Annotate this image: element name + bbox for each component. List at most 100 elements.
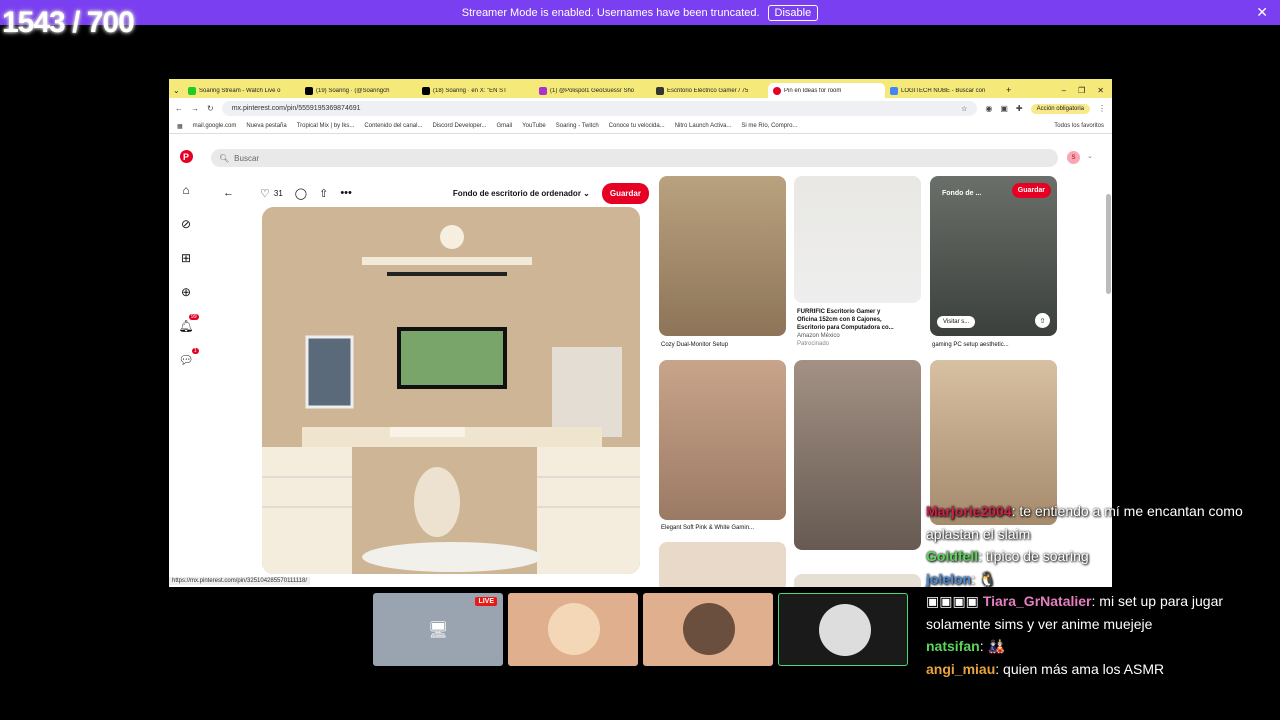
chat-message: natsifan: 🎎 bbox=[926, 635, 1280, 658]
grid-pin[interactable] bbox=[794, 360, 921, 550]
banner-text: Streamer Mode is enabled. Usernames have… bbox=[461, 6, 760, 19]
back-icon[interactable]: ← bbox=[175, 104, 183, 113]
pin-caption: gaming PC setup aesthetic... bbox=[932, 342, 1009, 348]
tab-label: (1) @Polispol1 GeoGuessr Sho bbox=[550, 87, 635, 94]
extension-icon[interactable]: ▣ bbox=[1000, 104, 1008, 113]
chat-text: : típico de soaring bbox=[978, 548, 1089, 564]
tab-label: LOGITECH NUBE - Buscar con bbox=[901, 87, 986, 94]
puzzle-icon[interactable]: ✚ bbox=[1016, 104, 1023, 113]
grid-pin-hover[interactable]: Fondo de ... Guardar Visitar s... ⇧ bbox=[930, 176, 1057, 336]
bookmark-item[interactable]: Si me Río, Compro... bbox=[741, 123, 797, 129]
bookmark-item[interactable]: Soaring - Twitch bbox=[556, 123, 599, 129]
desk-illustration bbox=[262, 207, 640, 574]
chat-user: Tiara_GrNatalier bbox=[982, 593, 1092, 609]
bookmark-item[interactable]: Nueva pestaña bbox=[246, 123, 286, 129]
pin-caption: FURRIFIC Escritorio Gamer y bbox=[797, 309, 881, 315]
participant-tile[interactable] bbox=[643, 593, 773, 666]
monitor-icon: 🖥︎ bbox=[428, 622, 449, 639]
chat-overlay: Marjorie2004: te entiendo a mí me encant… bbox=[926, 500, 1280, 680]
home-icon[interactable]: ⌂ bbox=[182, 183, 189, 197]
visit-button[interactable]: Visitar s... bbox=[937, 316, 976, 328]
bookmark-item[interactable]: mail.google.com bbox=[193, 123, 237, 129]
tab-bar: ⌄ Soaring Stream - Watch Live o (19) Soa… bbox=[169, 79, 1112, 98]
chevron-down-icon[interactable]: ⌄ bbox=[1087, 152, 1093, 160]
grid-pin[interactable] bbox=[659, 176, 786, 336]
close-icon[interactable]: ✕ bbox=[1256, 4, 1268, 21]
save-button[interactable]: Guardar bbox=[1011, 183, 1051, 198]
avatar bbox=[548, 603, 600, 655]
tab-6[interactable]: LOGITECH NUBE - Buscar con bbox=[885, 83, 1002, 98]
chat-message: angi_miau: quien más ama los ASMR bbox=[926, 658, 1280, 681]
screen-share-tile[interactable]: LIVE 🖥︎ bbox=[373, 593, 503, 666]
chat-message: jolelon: 🐧 bbox=[926, 568, 1280, 591]
bookmark-item[interactable]: Contenido del canal... bbox=[364, 123, 422, 129]
bookmark-item[interactable]: Discord Developer... bbox=[432, 123, 486, 129]
tab-label: Pin en Ideas for room bbox=[784, 87, 842, 94]
comment-icon[interactable]: ◯ bbox=[295, 187, 307, 200]
pinterest-nav: P ⌂ ⊘ ⊞ ⊕ 🔔︎ 99 💬︎ 1 bbox=[169, 134, 203, 587]
all-bookmarks[interactable]: Todos los favoritos bbox=[1054, 123, 1104, 129]
tab-favicon bbox=[188, 86, 196, 95]
apps-icon[interactable]: ▦ bbox=[177, 123, 183, 130]
tab-1[interactable]: (19) Soaring · (@Soaringch bbox=[300, 83, 417, 98]
chat-user: jolelon bbox=[926, 570, 972, 587]
tab-3[interactable]: (1) @Polispol1 GeoGuessr Sho bbox=[534, 83, 651, 98]
maximize-icon[interactable]: ❐ bbox=[1078, 86, 1085, 95]
grid-pin[interactable] bbox=[794, 574, 921, 587]
tab-favicon bbox=[422, 86, 430, 95]
tab-5-active[interactable]: Pin en Ideas for room bbox=[768, 83, 885, 98]
participant-tile-speaking[interactable] bbox=[778, 593, 908, 666]
participant-tile[interactable] bbox=[508, 593, 638, 666]
window-controls: – ❐ ✕ bbox=[1054, 86, 1112, 98]
search-input[interactable]: 🔍︎ Buscar bbox=[211, 149, 1058, 167]
tab-search-icon[interactable]: ⌄ bbox=[169, 86, 183, 95]
messages-icon[interactable]: 💬︎ 1 bbox=[178, 348, 199, 367]
action-required-button[interactable]: Acción obligatoria bbox=[1030, 103, 1090, 114]
chat-user: natsifan bbox=[926, 638, 980, 654]
bookmark-item[interactable]: Nitro Launch Activa... bbox=[675, 123, 732, 129]
share-icon[interactable]: ⇧ bbox=[319, 187, 328, 200]
boards-icon[interactable]: ⊞ bbox=[181, 251, 191, 265]
board-name[interactable]: Fondo de ... bbox=[942, 190, 981, 197]
tab-2[interactable]: (18) Soaring · en X: "EN ST bbox=[417, 83, 534, 98]
new-tab-button[interactable]: + bbox=[1002, 85, 1015, 98]
bookmark-item[interactable]: Tropical Mix | by Iks... bbox=[297, 123, 355, 129]
share-icon[interactable]: ⇧ bbox=[1035, 313, 1050, 328]
board-select[interactable]: Fondo de escritorio de ordenador ⌄ bbox=[453, 189, 590, 198]
chat-user: Goldfell bbox=[926, 548, 979, 564]
avatar[interactable]: S bbox=[1067, 151, 1080, 164]
close-window-icon[interactable]: ✕ bbox=[1097, 86, 1104, 95]
bookmarks-bar: ▦ mail.google.com Nueva pestaña Tropical… bbox=[169, 119, 1112, 134]
tab-4[interactable]: Escritorio Eléctrico Gamer / 75 bbox=[651, 83, 768, 98]
more-icon[interactable]: ••• bbox=[340, 187, 352, 199]
tab-0[interactable]: Soaring Stream - Watch Live o bbox=[183, 83, 300, 98]
pinterest-logo-icon[interactable]: P bbox=[179, 150, 193, 163]
star-icon[interactable]: ☆ bbox=[961, 105, 967, 113]
url-input[interactable]: mx.pinterest.com/pin/5559195369874691 ☆ bbox=[221, 101, 978, 116]
url-text: mx.pinterest.com/pin/5559195369874691 bbox=[231, 105, 361, 112]
menu-icon[interactable]: ⋮ bbox=[1098, 104, 1106, 113]
explore-icon[interactable]: ⊘ bbox=[181, 217, 191, 231]
disable-button[interactable]: Disable bbox=[767, 4, 819, 21]
chat-user: angi_miau bbox=[926, 660, 996, 677]
tab-favicon bbox=[305, 86, 313, 95]
save-button[interactable]: Guardar bbox=[601, 182, 649, 204]
grid-pin[interactable] bbox=[794, 176, 921, 303]
scrollbar[interactable] bbox=[1106, 194, 1111, 294]
bookmark-item[interactable]: Gmail bbox=[497, 123, 513, 129]
notifications-icon[interactable]: 🔔︎ 99 bbox=[178, 314, 199, 333]
forward-icon[interactable]: → bbox=[191, 104, 199, 113]
reload-icon[interactable]: ↻ bbox=[207, 104, 214, 113]
heart-icon[interactable]: ♡ bbox=[260, 187, 270, 200]
bookmark-item[interactable]: YouTube bbox=[522, 123, 546, 129]
create-icon[interactable]: ⊕ bbox=[181, 285, 191, 299]
grid-pin[interactable] bbox=[659, 360, 786, 520]
bookmark-item[interactable]: Conoce tu velocida... bbox=[609, 123, 665, 129]
minimize-icon[interactable]: – bbox=[1062, 86, 1066, 95]
pin-image[interactable] bbox=[262, 207, 640, 574]
grid-pin[interactable] bbox=[659, 542, 786, 587]
extension-icon[interactable]: ◉ bbox=[985, 104, 992, 113]
back-arrow-icon[interactable]: ← bbox=[223, 187, 234, 199]
notification-badge: 99 bbox=[189, 314, 199, 320]
streamer-mode-banner: Streamer Mode is enabled. Usernames have… bbox=[0, 0, 1280, 25]
